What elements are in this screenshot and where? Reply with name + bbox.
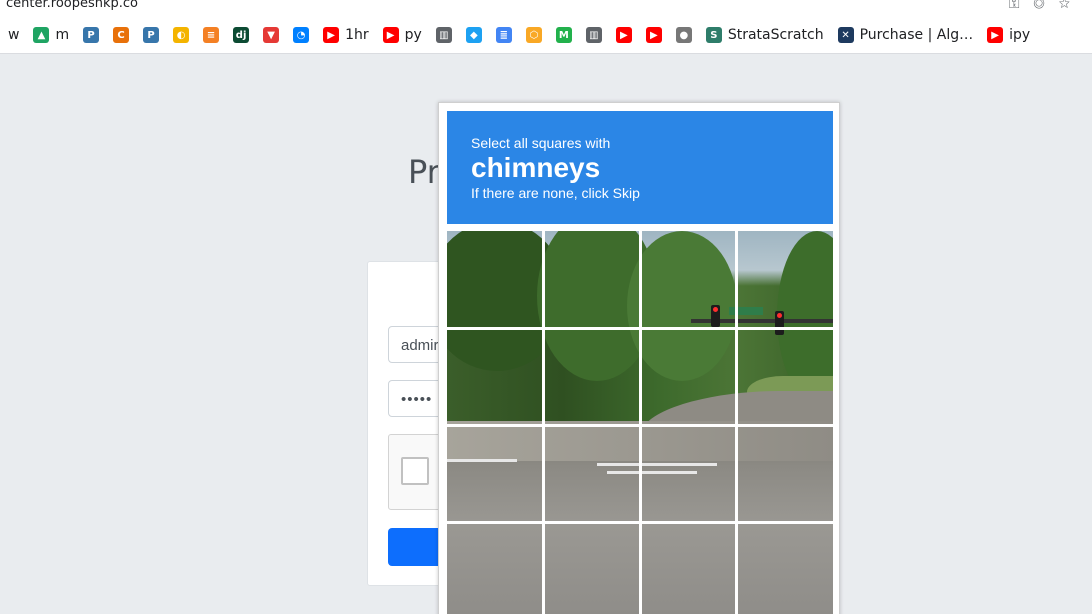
captcha-tile[interactable] [447,329,543,425]
bookmark-item[interactable]: ≣ [495,24,512,46]
google-docs-icon: ≣ [495,27,512,43]
captcha-tile[interactable] [640,427,736,523]
bookmark-item[interactable]: dj [233,24,250,46]
circle-badge-icon: ● [675,27,692,43]
bookmark-label: ipy [1009,27,1031,43]
m-logo-icon: M [555,27,572,43]
bookmark-item[interactable]: ▶ 1hr [323,24,369,46]
address-bar-icons: ⚿◎☆ [1009,0,1084,12]
captcha-challenge-popup: Select all squares with chimneys If ther… [438,102,840,614]
captcha-tile[interactable] [737,231,833,327]
captcha-tile[interactable] [640,329,736,425]
captcha-image-grid [447,231,833,614]
bookmark-item[interactable]: ✕ Purchase | Alg… [837,24,974,46]
bookmark-item[interactable]: ▥ [435,24,452,46]
grid-divider [447,423,833,427]
bookmark-item[interactable]: ▥ [585,24,602,46]
bookmark-label: m [55,27,70,43]
captcha-tile[interactable] [447,525,543,614]
bookmark-item[interactable]: ◆ [465,24,482,46]
eye-off-icon[interactable]: ◎ [1033,0,1058,11]
captcha-skip-hint: If there are none, click Skip [471,185,640,201]
youtube-icon: ▶ [987,27,1004,43]
bookmark-item[interactable]: ▶ py [382,24,422,46]
captcha-tile[interactable] [640,525,736,614]
youtube-icon: ▶ [323,27,340,43]
captcha-tile[interactable] [737,427,833,523]
bookmark-item[interactable]: ▶ [645,24,662,46]
recaptcha-checkbox[interactable] [401,457,429,485]
bookmark-item[interactable]: M [555,24,572,46]
bookmark-item[interactable]: ▲ m [33,24,69,46]
url-text[interactable]: center.roopeshkp.co [6,0,138,11]
c-logo-icon: C [113,27,130,43]
captcha-tile[interactable] [447,427,543,523]
bookmarks-bar: w ▲ m P C P ◐ ≡ dj ▼ ◔ ▶ 1hr ▶ py ▥ ◆ ≣ ⬡ M ▥ ▶ ▶ ● S StrataScrat… [0,17,1092,54]
grid-divider [735,231,738,614]
page-title: Pr [408,153,440,191]
youtube-icon: ▶ [615,27,632,43]
vercel-triangle-icon: ▼ [263,27,280,43]
bookmark-label: w [8,27,20,43]
bookmark-label: 1hr [345,27,369,43]
bookmark-item[interactable]: ≡ [203,24,220,46]
address-bar[interactable]: center.roopeshkp.co ⚿◎☆ [0,0,1092,17]
bookmark-item[interactable]: ◐ [173,24,190,46]
captcha-instruction-line: Select all squares with [471,135,611,151]
stack-overflow-icon: ≡ [203,27,220,43]
bookmark-item[interactable]: ◔ [293,24,310,46]
google-drive-icon: ▲ [33,27,50,43]
captcha-tile[interactable] [544,231,640,327]
hexagon-icon: ⬡ [525,27,542,43]
captcha-tile[interactable] [447,231,543,327]
key-icon[interactable]: ⚿ [1009,0,1034,11]
bookmark-item[interactable]: P [83,24,100,46]
youtube-icon: ▶ [382,27,399,43]
captcha-tile[interactable] [640,231,736,327]
bookmark-item[interactable]: S StrataScratch [705,24,824,46]
python-icon: P [83,27,100,43]
youtube-icon: ▶ [645,27,662,43]
captcha-instructions: Select all squares with chimneys If ther… [447,111,833,224]
bookmark-label: Purchase | Alg… [859,27,974,43]
bookmark-item[interactable]: w [8,24,19,46]
grid-divider [447,520,833,524]
captcha-tile[interactable] [737,329,833,425]
captcha-tile[interactable] [737,525,833,614]
digitalocean-icon: ◔ [293,27,310,43]
bookmark-item[interactable]: ▶ [615,24,632,46]
stratascratch-icon: S [705,27,722,43]
star-icon[interactable]: ☆ [1059,0,1084,11]
graduation-cap-icon: ◆ [465,27,482,43]
bookmark-item[interactable]: ▶ ipy [987,24,1030,46]
python-icon: P [143,27,160,43]
captcha-tile[interactable] [544,329,640,425]
bookmark-item[interactable]: C [113,24,130,46]
django-icon: dj [233,27,250,43]
book-icon: ▥ [585,27,602,43]
captcha-tile[interactable] [544,427,640,523]
bookmark-item[interactable]: ● [675,24,692,46]
captcha-target-object: chimneys [471,152,601,183]
bookmark-item[interactable]: ▼ [263,24,280,46]
captcha-tile[interactable] [544,525,640,614]
color-wheel-icon: ◐ [173,27,190,43]
book-icon: ▥ [435,27,452,43]
bookmark-item[interactable]: ⬡ [525,24,542,46]
grid-divider [447,326,833,330]
grid-divider [638,231,642,614]
grid-divider [542,231,545,614]
bookmark-label: py [404,27,422,43]
bookmark-item[interactable]: P [143,24,160,46]
algoexpert-icon: ✕ [837,27,854,43]
bookmark-label: StrataScratch [727,27,824,43]
